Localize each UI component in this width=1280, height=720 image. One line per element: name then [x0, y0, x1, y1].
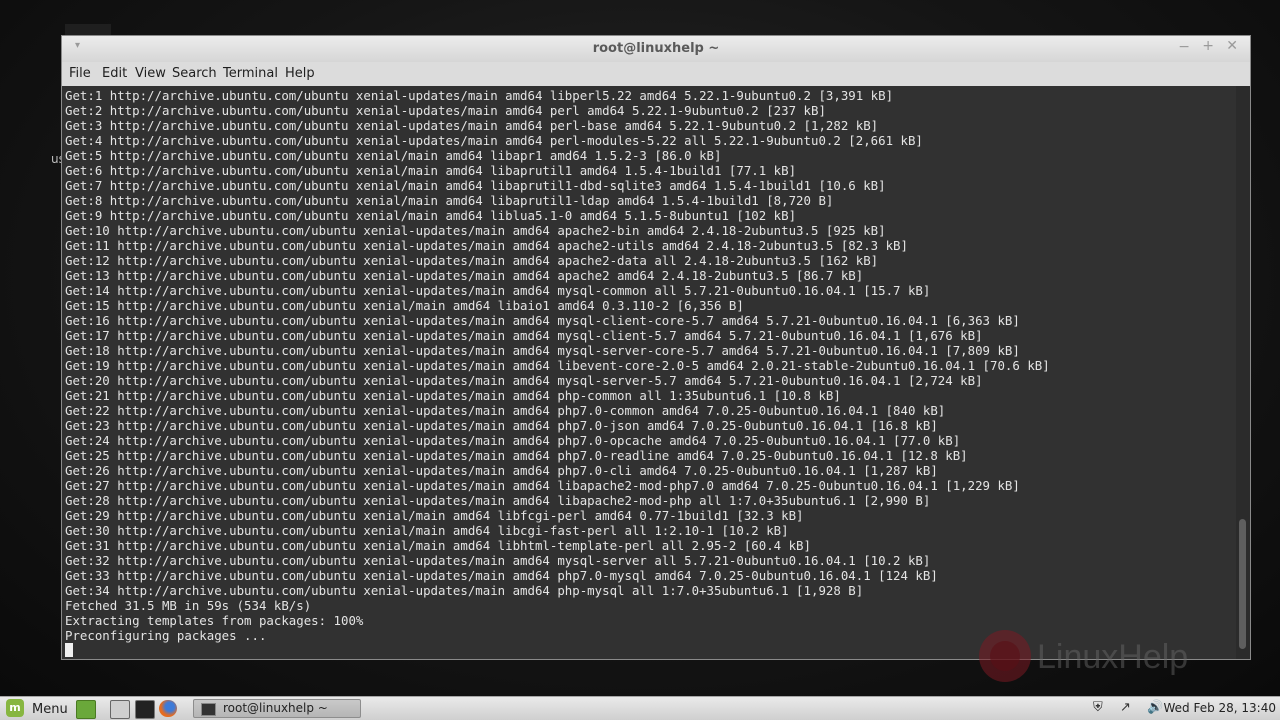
taskbar-window-button[interactable]: root@linuxhelp ~ [193, 699, 361, 718]
terminal-line: Get:1 http://archive.ubuntu.com/ubuntu x… [65, 88, 894, 103]
close-button[interactable]: ✕ [1226, 38, 1238, 54]
terminal-line: Get:2 http://archive.ubuntu.com/ubuntu x… [65, 103, 826, 118]
mint-logo-icon: m [6, 699, 24, 717]
terminal-output[interactable]: Get:1 http://archive.ubuntu.com/ubuntu x… [62, 86, 1236, 659]
terminal-line: Preconfiguring packages ... [65, 628, 267, 643]
clock[interactable]: Wed Feb 28, 13:40 [1163, 701, 1276, 715]
terminal-line: Get:15 http://archive.ubuntu.com/ubuntu … [65, 298, 744, 313]
terminal-line: Get:25 http://archive.ubuntu.com/ubuntu … [65, 448, 968, 463]
terminal-icon[interactable] [135, 700, 155, 719]
terminal-line: Get:20 http://archive.ubuntu.com/ubuntu … [65, 373, 983, 388]
taskbar: m Menu root@linuxhelp ~ ⛨ ↗ 🔊 Wed Feb 28… [0, 696, 1280, 720]
minimize-button[interactable]: − [1178, 39, 1190, 55]
firefox-icon[interactable] [159, 700, 177, 717]
title-bar[interactable]: ▾ root@linuxhelp ~ − + ✕ [62, 36, 1250, 62]
terminal-line: Get:18 http://archive.ubuntu.com/ubuntu … [65, 343, 1020, 358]
menu-terminal[interactable]: Terminal [223, 66, 278, 81]
terminal-window: ▾ root@linuxhelp ~ − + ✕ File Edit View … [61, 35, 1251, 660]
terminal-task-icon [201, 703, 216, 716]
menu-file[interactable]: File [69, 66, 91, 81]
terminal-line: Get:30 http://archive.ubuntu.com/ubuntu … [65, 523, 789, 538]
terminal-line: Get:16 http://archive.ubuntu.com/ubuntu … [65, 313, 1020, 328]
terminal-line: Get:24 http://archive.ubuntu.com/ubuntu … [65, 433, 961, 448]
network-icon[interactable]: ↗ [1120, 700, 1131, 715]
terminal-line: Get:3 http://archive.ubuntu.com/ubuntu x… [65, 118, 879, 133]
start-menu-label: Menu [32, 702, 68, 717]
terminal-line: Get:22 http://archive.ubuntu.com/ubuntu … [65, 403, 946, 418]
terminal-line: Get:29 http://archive.ubuntu.com/ubuntu … [65, 508, 804, 523]
terminal-line: Get:4 http://archive.ubuntu.com/ubuntu x… [65, 133, 923, 148]
terminal-line: Get:26 http://archive.ubuntu.com/ubuntu … [65, 463, 938, 478]
terminal-line: Get:19 http://archive.ubuntu.com/ubuntu … [65, 358, 1050, 373]
show-desktop-icon[interactable] [76, 700, 96, 719]
terminal-line: Get:12 http://archive.ubuntu.com/ubuntu … [65, 253, 879, 268]
terminal-line: Extracting templates from packages: 100% [65, 613, 364, 628]
file-manager-icon[interactable] [110, 700, 130, 719]
terminal-line: Get:9 http://archive.ubuntu.com/ubuntu x… [65, 208, 797, 223]
terminal-line: Get:31 http://archive.ubuntu.com/ubuntu … [65, 538, 811, 553]
taskbar-window-label: root@linuxhelp ~ [223, 701, 328, 715]
terminal-scrollbar[interactable] [1236, 86, 1250, 659]
terminal-line: Get:32 http://archive.ubuntu.com/ubuntu … [65, 553, 931, 568]
terminal-cursor [65, 643, 73, 657]
terminal-line: Get:34 http://archive.ubuntu.com/ubuntu … [65, 583, 864, 598]
terminal-line: Get:10 http://archive.ubuntu.com/ubuntu … [65, 223, 886, 238]
scrollbar-thumb[interactable] [1239, 519, 1246, 649]
terminal-line: Get:11 http://archive.ubuntu.com/ubuntu … [65, 238, 908, 253]
linuxhelp-watermark: LinuxHelp [979, 630, 1188, 682]
menu-help[interactable]: Help [285, 66, 315, 81]
menu-search[interactable]: Search [172, 66, 217, 81]
terminal-line: Get:21 http://archive.ubuntu.com/ubuntu … [65, 388, 841, 403]
terminal-line: Get:6 http://archive.ubuntu.com/ubuntu x… [65, 163, 797, 178]
terminal-line: Get:27 http://archive.ubuntu.com/ubuntu … [65, 478, 1020, 493]
terminal-line: Get:8 http://archive.ubuntu.com/ubuntu x… [65, 193, 834, 208]
watermark-text: LinuxHelp [1037, 638, 1188, 676]
maximize-button[interactable]: + [1202, 38, 1214, 54]
terminal-line: Get:7 http://archive.ubuntu.com/ubuntu x… [65, 178, 886, 193]
terminal-line: Get:14 http://archive.ubuntu.com/ubuntu … [65, 283, 931, 298]
shield-icon[interactable]: ⛨ [1093, 700, 1103, 715]
menu-edit[interactable]: Edit [102, 66, 127, 81]
terminal-line: Get:5 http://archive.ubuntu.com/ubuntu x… [65, 148, 722, 163]
window-title: root@linuxhelp ~ [592, 41, 720, 56]
terminal-line: Get:23 http://archive.ubuntu.com/ubuntu … [65, 418, 938, 433]
menu-bar: File Edit View Search Terminal Help [62, 62, 1250, 86]
terminal-line: Get:28 http://archive.ubuntu.com/ubuntu … [65, 493, 931, 508]
menu-view[interactable]: View [135, 66, 166, 81]
terminal-line: Fetched 31.5 MB in 59s (534 kB/s) [65, 598, 312, 613]
terminal-line: Get:17 http://archive.ubuntu.com/ubuntu … [65, 328, 983, 343]
terminal-line: Get:13 http://archive.ubuntu.com/ubuntu … [65, 268, 864, 283]
terminal-line: Get:33 http://archive.ubuntu.com/ubuntu … [65, 568, 938, 583]
volume-icon[interactable]: 🔊 [1147, 700, 1163, 715]
